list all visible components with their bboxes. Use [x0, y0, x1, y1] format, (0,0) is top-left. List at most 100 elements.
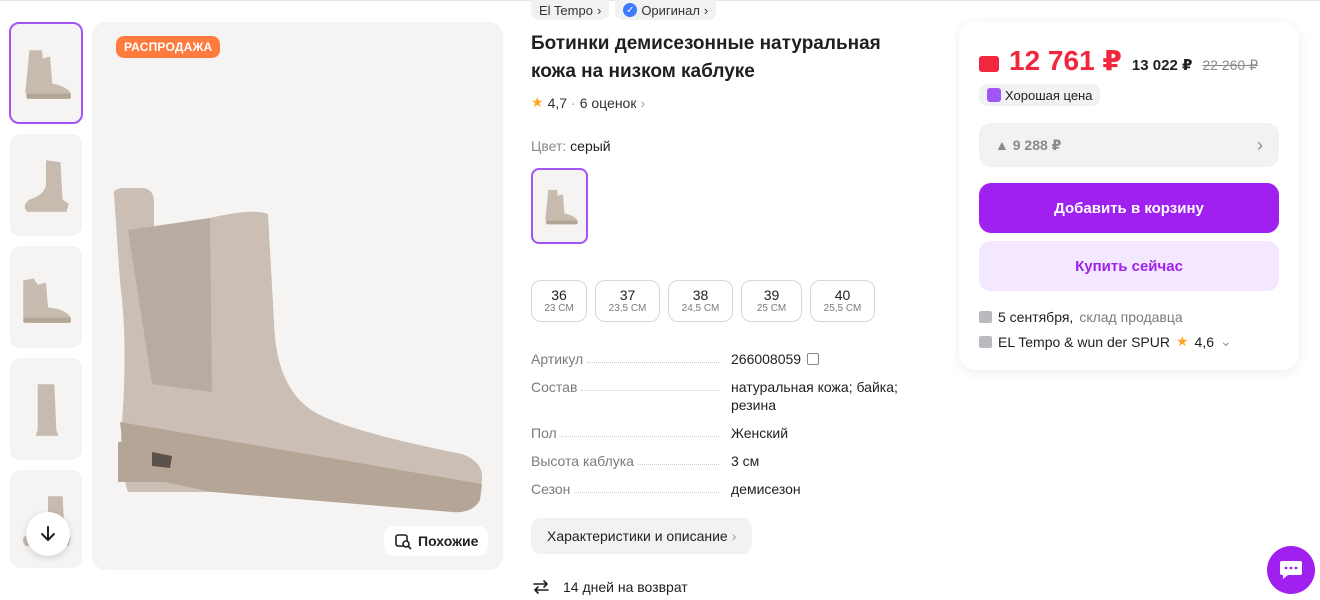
size-selector: 36 23 СМ 37 23,5 СМ 38 24,5 СМ 39 25 СМ 40 25… [531, 280, 875, 322]
specs-list: Артикул 266008059 Состав натуральная кожа;… [531, 350, 921, 508]
return-arrows-icon [533, 580, 549, 594]
similar-label: Похожие [418, 533, 479, 549]
delivery-source: склад продавца [1079, 309, 1183, 325]
size-cm: 24,5 СМ [681, 303, 720, 314]
spec-key: Артикул [531, 350, 588, 368]
color-label: Цвет: серый [531, 138, 611, 154]
product-title: Ботинки демисезонные натуральная кожа на… [531, 33, 881, 82]
chevron-right-icon: › [703, 2, 709, 18]
chevron-right-icon: › [1257, 134, 1263, 155]
spec-value: 266008059 [731, 351, 802, 367]
color-value: серый [570, 138, 611, 154]
spec-value: Женский [731, 425, 789, 441]
chevron-right-icon: › [596, 2, 602, 18]
original-label: Оригинал [641, 2, 700, 18]
thumbnail-3[interactable] [10, 246, 82, 348]
price-row: 12 761 ₽ 13 022 ₽ 22 260 ₽ [979, 44, 1258, 77]
buy-now-button[interactable]: Купить сейчас [979, 241, 1279, 291]
size-cm: 23,5 СМ [608, 303, 647, 314]
boot-image [24, 160, 69, 212]
boot-image [113, 188, 483, 513]
star-icon: ★ [531, 94, 544, 110]
thumbnail-4[interactable] [10, 358, 82, 460]
spec-row: Сезон демисезон [531, 480, 921, 498]
brand-name: El Tempo [539, 2, 593, 18]
spec-key: Пол [531, 424, 561, 442]
boot-image [25, 50, 71, 99]
size-number: 38 [692, 287, 709, 303]
thumbnail-list [9, 22, 84, 578]
spec-key: Сезон [531, 480, 575, 498]
old-price: 22 260 ₽ [1202, 57, 1259, 73]
main-product-image[interactable]: РАСПРОДАЖА Похожие [92, 22, 503, 570]
box-icon [979, 311, 992, 323]
color-label-key: Цвет: [531, 138, 567, 154]
return-text: 14 дней на возврат [563, 579, 688, 595]
boot-image [35, 384, 59, 436]
shop-icon [979, 335, 992, 348]
size-option[interactable]: 39 25 СМ [741, 280, 802, 322]
spec-row: Высота каблука 3 см [531, 452, 921, 470]
seller-info[interactable]: EL Tempo & wun der SPUR ★ 4,6 ⌄ [979, 333, 1232, 350]
size-cm: 25 СМ [756, 303, 787, 314]
installment-row[interactable]: ▲ 9 288 ₽ › [979, 123, 1279, 167]
size-cm: 23 СМ [544, 303, 574, 314]
add-to-cart-button[interactable]: Добавить в корзину [979, 183, 1279, 233]
similar-button[interactable]: Похожие [384, 526, 489, 556]
copy-icon[interactable] [807, 353, 820, 365]
thumbs-up-icon [987, 88, 1001, 102]
spec-value: 3 см [731, 453, 760, 469]
chevron-right-icon: › [731, 528, 737, 544]
spec-row: Состав натуральная кожа; байка; резина [531, 378, 921, 414]
wallet-icon [979, 56, 999, 72]
spec-value: демисезон [731, 481, 801, 497]
size-number: 40 [834, 287, 851, 303]
chat-button[interactable] [1267, 546, 1315, 594]
boot-image [23, 278, 71, 323]
chat-icon [1280, 561, 1302, 579]
good-price-badge: Хорошая цена [979, 84, 1101, 106]
wallet-price: 12 761 ₽ [1009, 45, 1122, 76]
color-swatch[interactable] [531, 168, 588, 244]
spec-row: Пол Женский [531, 424, 921, 442]
size-option[interactable]: 40 25,5 СМ [810, 280, 875, 322]
spec-key: Высота каблука [531, 452, 638, 470]
reviews-count: 6 оценок [579, 94, 637, 111]
thumbnail-2[interactable] [10, 134, 82, 236]
size-option[interactable]: 38 24,5 СМ [668, 280, 733, 322]
size-number: 39 [763, 287, 780, 303]
original-chip[interactable]: ✓ Оригинал › [615, 0, 717, 20]
description-label: Характеристики и описание [547, 528, 728, 544]
price-card: 12 761 ₽ 13 022 ₽ 22 260 ₽ Хорошая цена … [959, 22, 1299, 370]
spec-key: Состав [531, 378, 582, 414]
description-button[interactable]: Характеристики и описание › [531, 518, 753, 554]
chevron-down-icon: ⌄ [1220, 333, 1232, 349]
arrow-down-icon [41, 526, 55, 541]
rating-separator: · [571, 94, 576, 111]
star-icon: ★ [1175, 333, 1189, 349]
verified-icon: ✓ [623, 3, 638, 17]
size-number: 37 [619, 287, 636, 303]
similar-search-icon [395, 534, 412, 550]
return-info: 14 дней на возврат [531, 578, 688, 596]
brand-chip[interactable]: El Tempo › [531, 0, 610, 20]
brand-chips: El Tempo › ✓ Оригинал › [531, 0, 717, 20]
rating-value: 4,7 [547, 94, 568, 111]
delivery-date: 5 сентября, [998, 309, 1074, 325]
sale-badge: РАСПРОДАЖА [116, 36, 221, 58]
chevron-right-icon: › [640, 94, 646, 111]
size-number: 36 [551, 287, 567, 303]
scroll-down-button[interactable] [26, 512, 70, 556]
size-option[interactable]: 37 23,5 СМ [595, 280, 660, 322]
good-price-label: Хорошая цена [1005, 87, 1093, 103]
seller-name: EL Tempo & wun der SPUR [998, 333, 1170, 350]
rating-row[interactable]: ★ 4,7 · 6 оценок › [531, 94, 645, 111]
installment-price: ▲ 9 288 ₽ [995, 136, 1062, 153]
size-option[interactable]: 36 23 СМ [531, 280, 587, 322]
spec-row: Артикул 266008059 [531, 350, 921, 368]
boot-image [544, 189, 578, 225]
spec-value: натуральная кожа; байка; резина [731, 379, 898, 413]
size-cm: 25,5 СМ [823, 303, 862, 314]
thumbnail-1[interactable] [9, 22, 83, 124]
regular-price: 13 022 ₽ [1131, 57, 1193, 74]
